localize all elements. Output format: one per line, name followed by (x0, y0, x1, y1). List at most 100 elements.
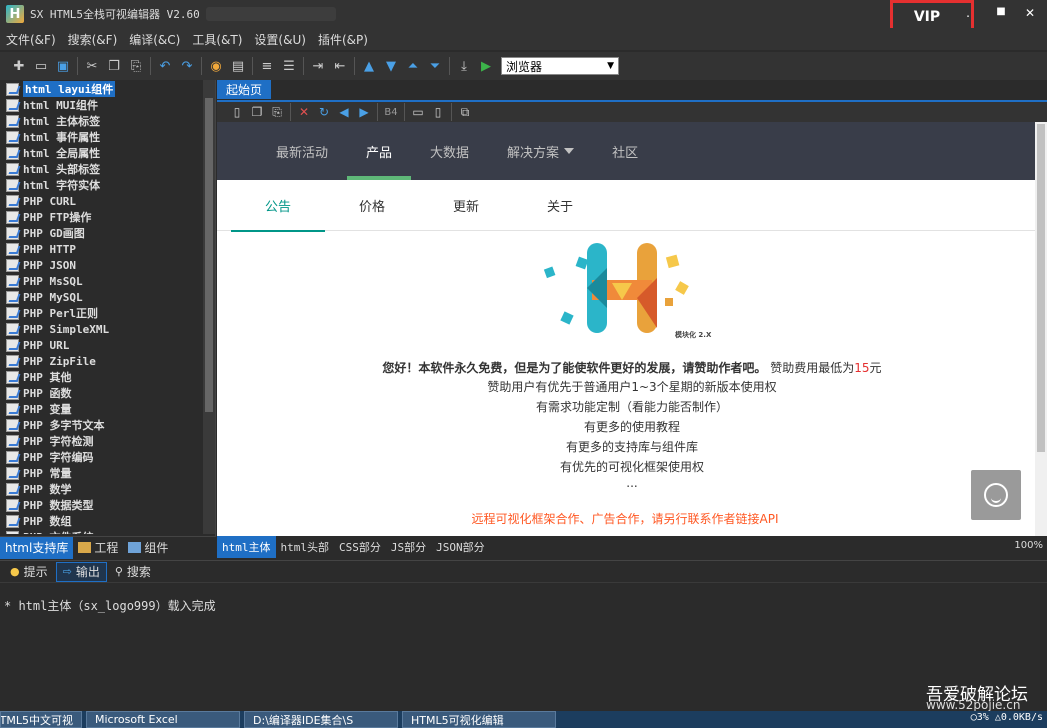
delete-icon[interactable]: ✕ (294, 103, 314, 121)
tree-item[interactable]: html 全局属性 (0, 145, 203, 161)
run-icon[interactable]: ▶ (475, 56, 497, 76)
tree-item[interactable]: PHP MySQL (0, 289, 203, 305)
tab-css[interactable]: CSS部分 (334, 536, 386, 558)
tab-html-head[interactable]: html头部 (276, 536, 335, 558)
color-picker-icon[interactable]: ◉ (205, 56, 227, 76)
back-icon[interactable]: ◀ (334, 103, 354, 121)
taskbar-item[interactable]: HTML5中文可视 (0, 711, 82, 728)
tree-item[interactable]: PHP 函数 (0, 385, 203, 401)
menu-tools[interactable]: 工具(&T) (192, 31, 242, 48)
scrollbar-thumb[interactable] (205, 98, 213, 412)
move-bottom-icon[interactable]: ⏷ (424, 56, 446, 76)
menu-compile[interactable]: 编译(&C) (129, 31, 180, 48)
taskbar-item[interactable]: Microsoft Excel (86, 711, 240, 728)
tree-item[interactable]: html 字符实体 (0, 177, 203, 193)
move-top-icon[interactable]: ⏶ (402, 56, 424, 76)
scrollbar-thumb[interactable] (1037, 124, 1045, 452)
close-button[interactable]: ✕ (1020, 6, 1040, 20)
open-folder-icon[interactable]: ▭ (30, 56, 52, 76)
tree-item[interactable]: PHP ZipFile (0, 353, 203, 369)
tree-item[interactable]: PHP JSON (0, 257, 203, 273)
subtab-price[interactable]: 价格 (325, 180, 419, 231)
tree-item[interactable]: PHP 字符检测 (0, 433, 203, 449)
align-left-icon[interactable]: ≡ (256, 56, 278, 76)
tree-item[interactable]: html 事件属性 (0, 129, 203, 145)
indent-icon[interactable]: ⇥ (307, 56, 329, 76)
maximize-button[interactable]: ■ (991, 6, 1011, 17)
nav-products[interactable]: 产品 (347, 122, 412, 180)
cooperation-link[interactable]: 远程可视化框架合作、广告合作，请另行联系作者链接API (217, 510, 1033, 527)
tab-output[interactable]: ⇨ 输出 (55, 561, 107, 582)
tree-item[interactable]: PHP GD画图 (0, 225, 203, 241)
library-scrollbar[interactable] (203, 80, 215, 534)
new-file-icon[interactable]: ✚ (8, 56, 30, 76)
tree-item[interactable]: PHP 数学 (0, 481, 203, 497)
tree-item[interactable]: html 主体标签 (0, 113, 203, 129)
mobile-view-icon[interactable]: ▯ (428, 103, 448, 121)
copy-page-icon[interactable]: ❐ (247, 103, 267, 121)
tab-project[interactable]: 工程 (73, 537, 123, 559)
move-down-icon[interactable]: ▼ (380, 56, 402, 76)
tree-item[interactable]: PHP SimpleXML (0, 321, 203, 337)
tree-item[interactable]: PHP 文件系统 (0, 529, 203, 534)
tree-item[interactable]: PHP 变量 (0, 401, 203, 417)
tree-item[interactable]: PHP CURL (0, 193, 203, 209)
save-icon[interactable]: ▣ (52, 56, 74, 76)
image-icon[interactable]: ▤ (227, 56, 249, 76)
bootstrap-button[interactable]: B4 (381, 103, 401, 121)
download-icon[interactable]: ⤓ (453, 56, 475, 76)
refresh-icon[interactable]: ↻ (314, 103, 334, 121)
menu-search[interactable]: 搜索(&F) (68, 31, 118, 48)
copy-icon[interactable]: ❐ (103, 56, 125, 76)
tree-item[interactable]: PHP 其他 (0, 369, 203, 385)
tree-item[interactable]: PHP 常量 (0, 465, 203, 481)
tree-item[interactable]: html layui组件 (0, 81, 203, 97)
align-center-icon[interactable]: ☰ (278, 56, 300, 76)
menu-file[interactable]: 文件(&F) (6, 31, 56, 48)
new-page-icon[interactable]: ▯ (227, 103, 247, 121)
subtab-notice[interactable]: 公告 (231, 180, 326, 232)
tree-item[interactable]: PHP 数组 (0, 513, 203, 529)
move-up-icon[interactable]: ▲ (358, 56, 380, 76)
forward-icon[interactable]: ▶ (354, 103, 374, 121)
tree-item[interactable]: PHP Perl正则 (0, 305, 203, 321)
subtab-about[interactable]: 关于 (513, 180, 607, 231)
tree-item[interactable]: PHP FTP操作 (0, 209, 203, 225)
tree-item[interactable]: PHP HTTP (0, 241, 203, 257)
tree-item[interactable]: PHP MsSQL (0, 273, 203, 289)
tab-html-library[interactable]: html支持库 (0, 536, 74, 559)
preview-scrollbar[interactable] (1035, 122, 1047, 536)
undo-icon[interactable]: ↶ (154, 56, 176, 76)
desktop-view-icon[interactable]: ▭ (408, 103, 428, 121)
outdent-icon[interactable]: ⇤ (329, 56, 351, 76)
nav-solutions[interactable]: 解决方案 (488, 122, 593, 180)
menu-plugins[interactable]: 插件(&P) (318, 31, 368, 48)
nav-latest[interactable]: 最新活动 (257, 122, 347, 180)
nav-community[interactable]: 社区 (593, 122, 657, 180)
taskbar-item[interactable]: D:\编译器IDE集合\S (244, 711, 398, 728)
browser-select[interactable]: 浏览器 ▼ (501, 57, 619, 75)
nav-bigdata[interactable]: 大数据 (411, 122, 488, 180)
paste-page-icon[interactable]: ⎘ (267, 103, 287, 121)
tab-components[interactable]: 组件 (123, 537, 173, 559)
tab-start-page[interactable]: 起始页 (217, 80, 271, 99)
tree-item[interactable]: PHP 多字节文本 (0, 417, 203, 433)
tab-json[interactable]: JSON部分 (431, 536, 490, 558)
paste-icon[interactable]: ⎘ (125, 56, 147, 76)
menu-settings[interactable]: 设置(&U) (254, 31, 306, 48)
subtab-update[interactable]: 更新 (419, 180, 513, 231)
tree-item[interactable]: PHP 字符编码 (0, 449, 203, 465)
preview-window-icon[interactable]: ⧉ (455, 103, 475, 121)
tab-js[interactable]: JS部分 (386, 536, 431, 558)
tree-item[interactable]: html 头部标签 (0, 161, 203, 177)
cut-icon[interactable]: ✂ (81, 56, 103, 76)
tree-item[interactable]: PHP URL (0, 337, 203, 353)
taskbar-item[interactable]: HTML5可视化编辑 (402, 711, 556, 728)
tree-item[interactable]: PHP 数据类型 (0, 497, 203, 513)
redo-icon[interactable]: ↷ (176, 56, 198, 76)
chat-button[interactable] (971, 470, 1021, 520)
tab-hints[interactable]: ● 提示 (4, 562, 54, 582)
tab-html-body[interactable]: html主体 (217, 536, 276, 558)
tree-item[interactable]: html MUI组件 (0, 97, 203, 113)
tab-search[interactable]: ⚲ 搜索 (109, 562, 157, 582)
